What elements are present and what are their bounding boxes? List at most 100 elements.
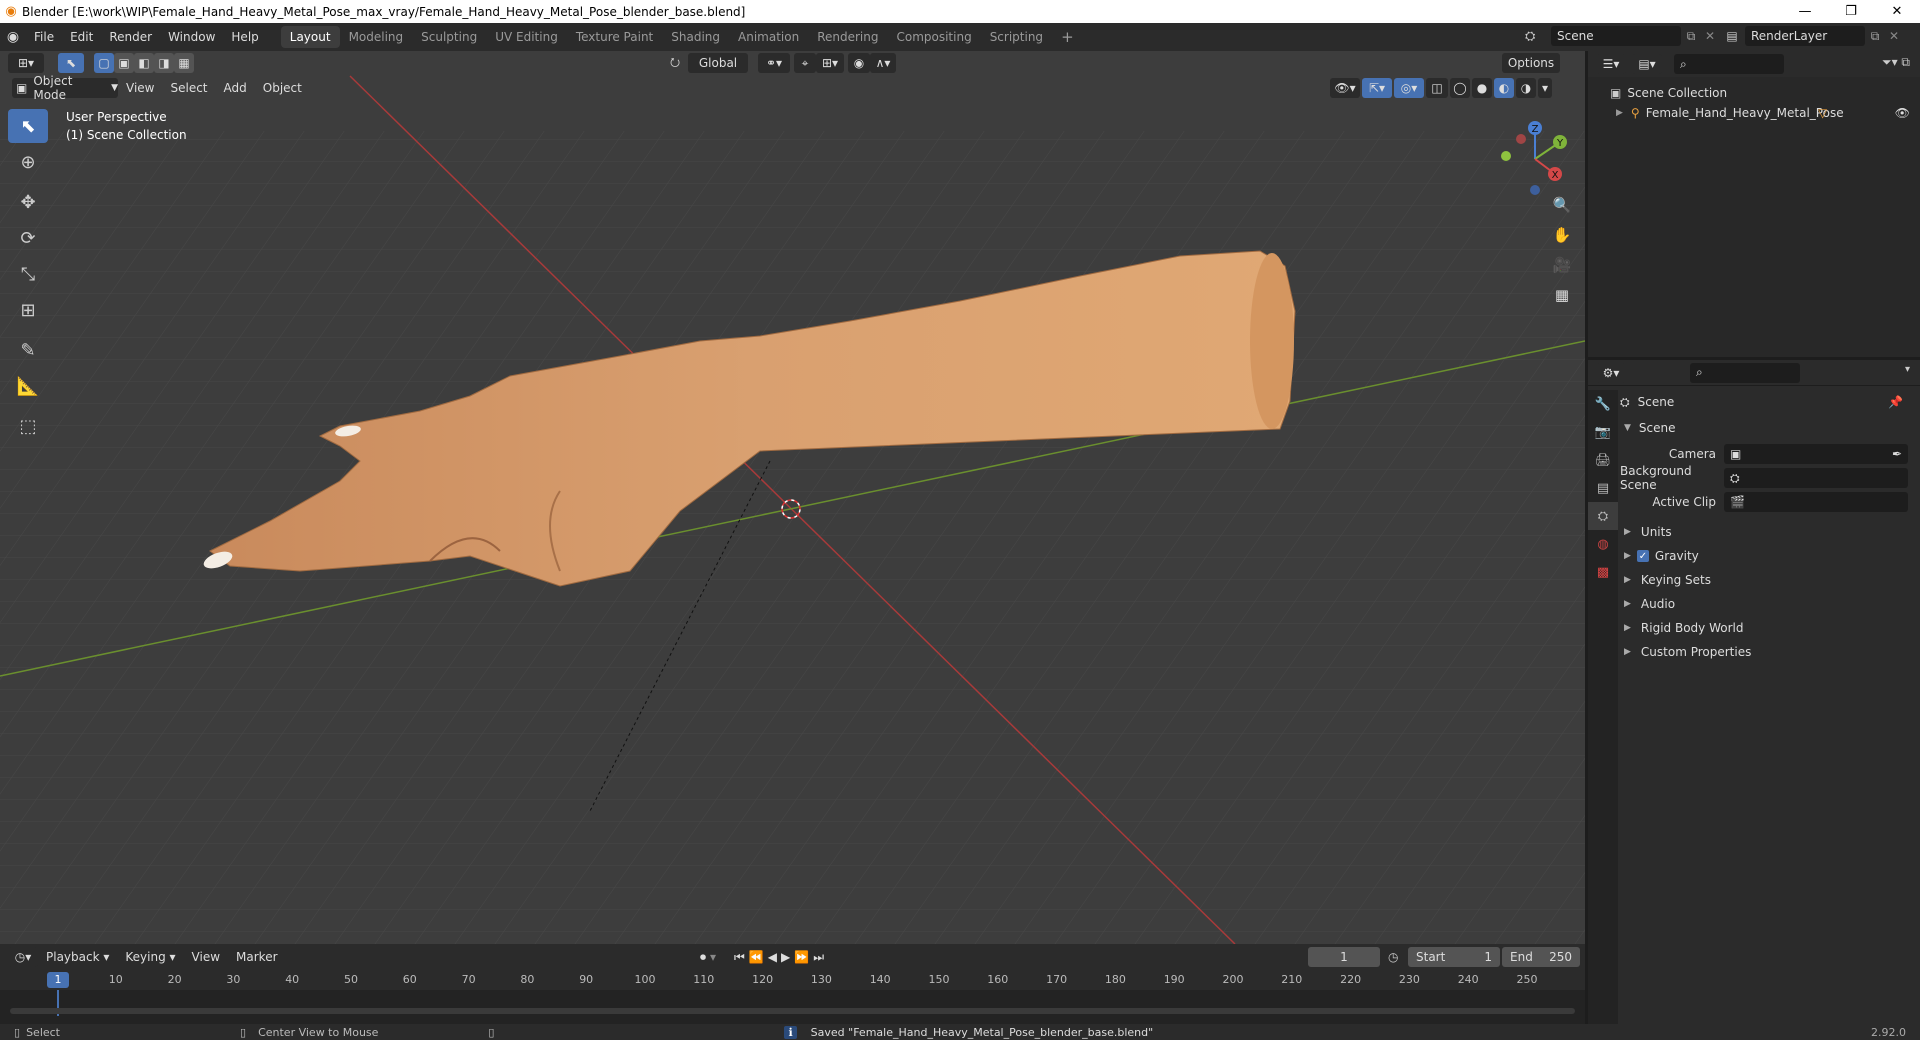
output-tab-icon[interactable]: 🖨 [1588, 446, 1618, 474]
next-keyframe-icon[interactable]: ⏩ [794, 950, 809, 964]
transform-orientation-dropdown[interactable]: Global [688, 53, 748, 73]
scene-icon[interactable]: ⛭ [1525, 29, 1551, 44]
move-tool-icon[interactable]: ✥ [8, 185, 48, 219]
cursor-tool-icon[interactable]: ⊕ [8, 145, 48, 179]
orthographic-toggle-icon[interactable]: ▦ [1548, 281, 1576, 309]
tab-texture-paint[interactable]: Texture Paint [567, 26, 662, 48]
end-frame-field[interactable]: End 250 [1502, 947, 1580, 967]
maximize-button[interactable]: ❐ [1828, 0, 1874, 23]
3d-viewport[interactable]: ⊞▾ ⬉ ▢ ▣ ◧ ◨ ▦ ⭮ Global ⚭▾ ⌖ ⊞▾ ◉ ∧▾ Opt… [0, 51, 1585, 944]
scene-panel-header[interactable]: ▼ Scene [1624, 416, 1676, 440]
snap-target-icon[interactable]: ⊞▾ [816, 53, 844, 73]
solid-shading-icon[interactable]: ● [1472, 78, 1492, 98]
transform-tool-icon[interactable]: ⊞ [8, 293, 48, 327]
rotate-tool-icon[interactable]: ⟳ [8, 221, 48, 255]
section-rigid-body-world[interactable]: ▶ Rigid Body World [1624, 616, 1743, 640]
proportional-edit-icon[interactable]: ◉ [848, 53, 870, 73]
play-icon[interactable]: ▶ [781, 950, 790, 964]
falloff-icon[interactable]: ∧▾ [870, 53, 896, 73]
viewport-scene[interactable] [0, 51, 1585, 944]
select-intersect-icon[interactable]: ▦ [174, 53, 194, 73]
viewport-menu-view[interactable]: View [118, 77, 162, 99]
visibility-icon[interactable]: 👁▾ [1330, 78, 1360, 98]
snap-icon[interactable]: ⌖ [794, 53, 816, 73]
tab-animation[interactable]: Animation [729, 26, 808, 48]
tab-sculpting[interactable]: Sculpting [412, 26, 486, 48]
display-mode-icon[interactable]: ▤▾ [1632, 54, 1662, 74]
annotate-tool-icon[interactable]: ✎ [8, 333, 48, 367]
expand-arrow-icon[interactable]: ▶ [1616, 108, 1623, 118]
scene-tab-icon[interactable]: ⛭ [1588, 502, 1618, 530]
keying-dropdown-icon[interactable]: ▾ [710, 950, 730, 964]
menu-render[interactable]: Render [101, 26, 160, 48]
select-box-tool-icon[interactable]: ⬉ [8, 109, 48, 143]
texture-tab-icon[interactable]: ▩ [1588, 558, 1618, 586]
new-layer-icon[interactable]: ⧉ [1865, 29, 1885, 44]
background-scene-field[interactable]: ⛭ [1724, 468, 1908, 488]
scene-selector[interactable]: Scene [1551, 26, 1681, 46]
viewport-menu-object[interactable]: Object [255, 77, 310, 99]
options-button[interactable]: Options [1502, 53, 1560, 73]
section-gravity[interactable]: ▶ ✓ Gravity [1624, 544, 1699, 568]
visibility-eye-icon[interactable]: 👁 [1895, 106, 1910, 120]
gravity-checkbox[interactable]: ✓ [1636, 550, 1649, 562]
pan-hand-icon[interactable]: ✋ [1548, 221, 1576, 249]
pivot-point-icon[interactable]: ⚭▾ [758, 53, 790, 73]
jump-end-icon[interactable]: ⏭ [813, 950, 824, 965]
delete-scene-icon[interactable]: ✕ [1701, 29, 1719, 43]
outliner-editor-type-icon[interactable]: ☰▾ [1596, 54, 1626, 74]
tab-compositing[interactable]: Compositing [887, 26, 980, 48]
properties-editor-type-icon[interactable]: ⚙▾ [1596, 362, 1626, 383]
record-icon[interactable]: ⏺ [700, 950, 706, 965]
timeline-menu-view[interactable]: View [184, 946, 228, 968]
select-new-icon[interactable]: ▢ [94, 53, 114, 73]
active-clip-field[interactable]: 🎬 [1724, 492, 1908, 512]
view-layer-icon[interactable]: ▤ [1719, 29, 1745, 43]
timeline-menu-keying[interactable]: Keying ▾ [117, 946, 183, 968]
properties-search-input[interactable]: ⌕ [1690, 362, 1800, 383]
wireframe-shading-icon[interactable]: ◯ [1450, 78, 1470, 98]
tab-scripting[interactable]: Scripting [981, 26, 1052, 48]
select-subtract-icon[interactable]: ◧ [134, 53, 154, 73]
eyedropper-icon[interactable]: ✒ [1892, 447, 1902, 461]
rendered-shading-icon[interactable]: ◑ [1516, 78, 1536, 98]
render-tab-icon[interactable]: 📷 [1588, 418, 1618, 446]
menu-window[interactable]: Window [160, 26, 223, 48]
viewport-menu-add[interactable]: Add [216, 77, 255, 99]
select-invert-icon[interactable]: ◨ [154, 53, 174, 73]
view-layer-tab-icon[interactable]: ▤ [1588, 474, 1618, 502]
measure-tool-icon[interactable]: 📐 [8, 369, 48, 403]
section-units[interactable]: ▶ Units [1624, 520, 1672, 544]
gizmo-toggle-icon[interactable]: ⇱▾ [1362, 78, 1392, 98]
properties-options-chevron-icon[interactable]: ▾ [1905, 364, 1910, 375]
blender-menu-icon[interactable]: ◉ [0, 29, 26, 45]
editor-type-button[interactable]: ⊞▾ [8, 53, 44, 73]
tab-layout[interactable]: Layout [280, 26, 340, 48]
start-frame-field[interactable]: Start 1 [1408, 947, 1500, 967]
timeline-editor-type-icon[interactable]: ◷▾ [8, 947, 38, 967]
current-frame-field[interactable]: 1 [1308, 947, 1380, 967]
menu-help[interactable]: Help [223, 26, 266, 48]
outliner-row-object[interactable]: ▶ ⚲ Female_Hand_Heavy_Metal_Pose ▽ 👁 [1588, 103, 1920, 123]
material-preview-icon[interactable]: ◐ [1494, 78, 1514, 98]
select-tool-button[interactable]: ⬉ [58, 53, 84, 73]
section-audio[interactable]: ▶ Audio [1624, 592, 1675, 616]
timeline-menu-marker[interactable]: Marker [228, 946, 285, 968]
mode-selector[interactable]: ▣ Object Mode ▼ [12, 74, 118, 102]
section-keying-sets[interactable]: ▶ Keying Sets [1624, 568, 1711, 592]
viewport-menu-select[interactable]: Select [162, 77, 215, 99]
add-cube-tool-icon[interactable]: ⬚ [8, 409, 48, 443]
play-reverse-icon[interactable]: ◀ [768, 950, 777, 964]
navigation-gizmo[interactable]: Z Y X [1490, 111, 1580, 201]
section-custom-properties[interactable]: ▶ Custom Properties [1624, 640, 1751, 664]
scale-tool-icon[interactable]: ⤡ [8, 257, 48, 291]
tool-tab-icon[interactable]: 🔧 [1588, 390, 1618, 418]
scene-collection-row[interactable]: ▣ Scene Collection [1588, 83, 1920, 103]
camera-view-icon[interactable]: 🎥 [1548, 251, 1576, 279]
filter-icon[interactable]: ⏷▾ ⧉ [1882, 55, 1910, 70]
close-button[interactable]: ✕ [1874, 0, 1920, 23]
frame-ruler[interactable]: 10 20 30 40 50 60 70 80 90 100 110 120 130 140 150 160 1… [0, 970, 1585, 990]
timeline-scrollbar[interactable] [10, 1008, 1575, 1014]
outliner-search-input[interactable]: ⌕ [1674, 54, 1784, 74]
shading-options-chevron-icon[interactable]: ▾ [1538, 78, 1552, 98]
